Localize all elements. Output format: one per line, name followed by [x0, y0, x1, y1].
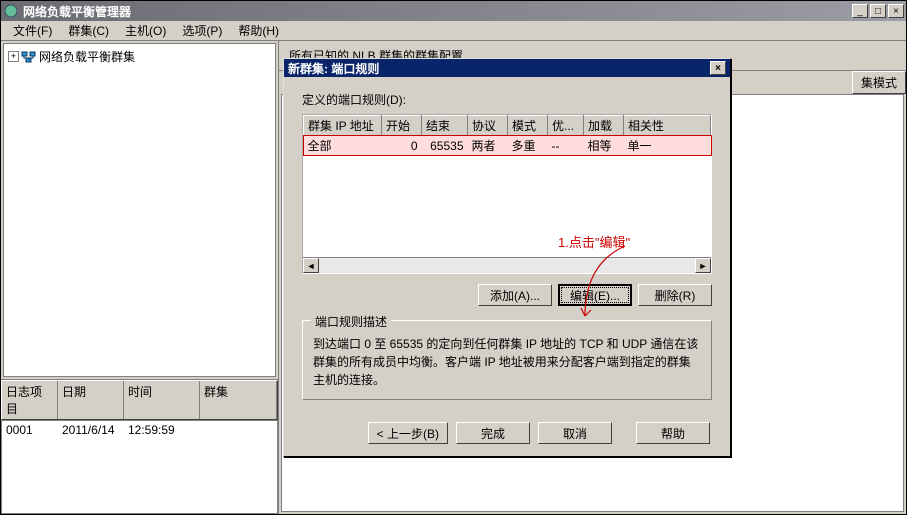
rule-col-proto[interactable]: 协议 — [468, 116, 508, 136]
scroll-right-icon[interactable]: ► — [695, 258, 711, 273]
app-icon — [3, 3, 19, 19]
left-pane: + 网络负载平衡群集 日志项目 日期 时间 群集 0001 — [1, 41, 279, 514]
menu-host[interactable]: 主机(O) — [117, 20, 174, 41]
log-col-time[interactable]: 时间 — [124, 381, 200, 419]
scroll-track[interactable] — [319, 258, 695, 273]
menubar: 文件(F) 群集(C) 主机(O) 选项(P) 帮助(H) — [1, 21, 906, 41]
add-button[interactable]: 添加(A)... — [478, 284, 552, 306]
rule-col-aff[interactable]: 相关性 — [624, 116, 711, 136]
main-titlebar: 网络负载平衡管理器 _ □ × — [1, 1, 906, 21]
rule-cell-load: 相等 — [584, 136, 624, 156]
rule-description-group: 到达端口 0 至 65535 的定向到任何群集 IP 地址的 TCP 和 UDP… — [302, 320, 712, 400]
log-cell-id: 0001 — [2, 421, 58, 439]
rule-cell-pri: -- — [548, 136, 584, 156]
minimize-button[interactable]: _ — [852, 4, 868, 18]
cancel-button[interactable]: 取消 — [538, 422, 612, 444]
rule-cell-ip: 全部 — [304, 136, 382, 156]
log-row[interactable]: 0001 2011/6/14 12:59:59 — [2, 421, 277, 439]
rule-col-load[interactable]: 加载 — [584, 116, 624, 136]
log-col-cluster[interactable]: 群集 — [200, 381, 277, 419]
cluster-icon — [21, 50, 37, 64]
port-rules-dialog: 新群集: 端口规则 × 定义的端口规则(D): 群集 IP 地址 开始 结束 协… — [283, 58, 731, 457]
back-button[interactable]: < 上一步(B) — [368, 422, 448, 444]
log-cell-time: 12:59:59 — [124, 421, 200, 439]
finish-button[interactable]: 完成 — [456, 422, 530, 444]
edit-button[interactable]: 编辑(E)... — [558, 284, 632, 306]
dialog-body: 定义的端口规则(D): 群集 IP 地址 开始 结束 协议 模式 优... 加载… — [284, 77, 730, 456]
rule-col-end[interactable]: 结束 — [422, 116, 468, 136]
log-body[interactable]: 0001 2011/6/14 12:59:59 — [1, 420, 278, 514]
maximize-button[interactable]: □ — [870, 4, 886, 18]
rule-col-ip[interactable]: 群集 IP 地址 — [304, 116, 382, 136]
dialog-titlebar: 新群集: 端口规则 × — [284, 59, 730, 77]
expand-icon[interactable]: + — [8, 51, 19, 62]
rule-cell-mode: 多重 — [508, 136, 548, 156]
dialog-title: 新群集: 端口规则 — [288, 60, 379, 77]
remove-button[interactable]: 删除(R) — [638, 284, 712, 306]
rule-cell-proto: 两者 — [468, 136, 508, 156]
help-button[interactable]: 帮助 — [636, 422, 710, 444]
rules-list[interactable]: 群集 IP 地址 开始 结束 协议 模式 优... 加载 相关性 全部 0 65… — [302, 114, 712, 274]
menu-options[interactable]: 选项(P) — [174, 20, 230, 41]
tree-root-row[interactable]: + 网络负载平衡群集 — [8, 48, 271, 65]
tree-root-label: 网络负载平衡群集 — [39, 48, 135, 65]
menu-cluster[interactable]: 群集(C) — [60, 20, 117, 41]
window-controls: _ □ × — [852, 4, 904, 18]
log-cell-date: 2011/6/14 — [58, 421, 124, 439]
rules-table: 群集 IP 地址 开始 结束 协议 模式 优... 加载 相关性 全部 0 65… — [303, 115, 711, 155]
scroll-left-icon[interactable]: ◄ — [303, 258, 319, 273]
log-cell-cluster — [200, 421, 277, 439]
menu-help[interactable]: 帮助(H) — [230, 20, 287, 41]
rule-col-mode[interactable]: 模式 — [508, 116, 548, 136]
wizard-buttons: < 上一步(B) 完成 取消 帮助 — [302, 422, 712, 444]
horizontal-scrollbar[interactable]: ◄ ► — [303, 257, 711, 273]
rule-col-pri[interactable]: 优... — [548, 116, 584, 136]
rule-col-start[interactable]: 开始 — [382, 116, 422, 136]
tree-view[interactable]: + 网络负载平衡群集 — [3, 43, 276, 377]
menu-file[interactable]: 文件(F) — [5, 20, 60, 41]
rule-description-text: 到达端口 0 至 65535 的定向到任何群集 IP 地址的 TCP 和 UDP… — [313, 335, 701, 389]
dialog-close-button[interactable]: × — [710, 61, 726, 75]
log-pane: 日志项目 日期 时间 群集 0001 2011/6/14 12:59:59 — [1, 379, 278, 514]
rules-label: 定义的端口规则(D): — [302, 91, 712, 108]
list-col-mode-truncated[interactable]: 集模式 — [852, 71, 906, 94]
rule-buttons: 添加(A)... 编辑(E)... 删除(R) — [302, 284, 712, 306]
rule-row[interactable]: 全部 0 65535 两者 多重 -- 相等 单一 — [304, 136, 711, 156]
log-col-date[interactable]: 日期 — [58, 381, 124, 419]
rule-cell-start: 0 — [382, 136, 422, 156]
log-header: 日志项目 日期 时间 群集 — [1, 380, 278, 420]
close-button[interactable]: × — [888, 4, 904, 18]
log-col-id[interactable]: 日志项目 — [2, 381, 58, 419]
rule-cell-aff: 单一 — [624, 136, 711, 156]
window-title: 网络负载平衡管理器 — [23, 3, 852, 20]
rule-cell-end: 65535 — [422, 136, 468, 156]
